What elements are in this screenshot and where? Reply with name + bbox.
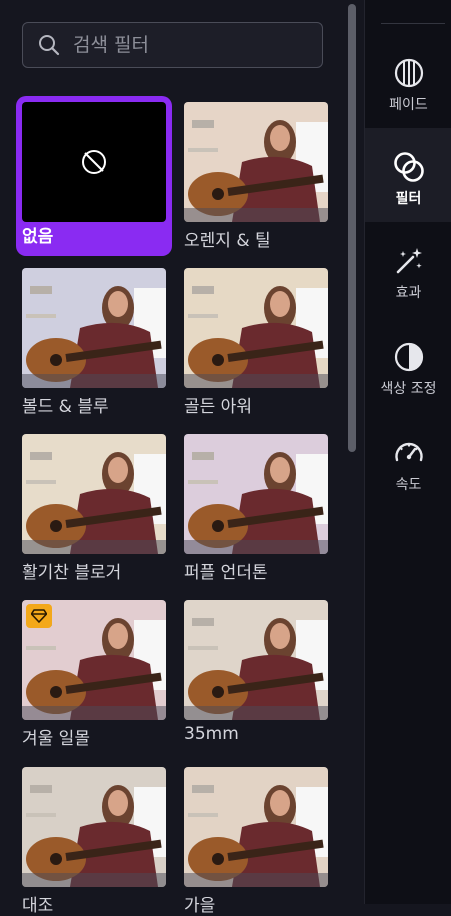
filter-panel: 없음 오렌지 & 틸볼드 & 블루 골든 아워활기찬 블로거 퍼플 언더톤겨울 일몰 3… — [0, 0, 364, 916]
filter-label: 35mm — [184, 724, 239, 744]
filter-label: 없음 — [22, 227, 54, 247]
filter-thumbnail — [184, 600, 328, 720]
rail-item-filter[interactable]: 필터 — [365, 128, 451, 222]
search-input[interactable] — [71, 33, 305, 57]
filter-label: 퍼플 언더톤 — [184, 563, 268, 583]
divider — [381, 23, 445, 24]
video-frame-image — [184, 102, 328, 222]
rail-label: 페이드 — [389, 97, 428, 113]
speedometer-icon — [394, 442, 423, 462]
filter-icon — [393, 152, 424, 182]
rail-label: 색상 조정 — [380, 381, 437, 397]
search-box[interactable] — [22, 22, 323, 68]
video-frame-image — [184, 767, 328, 887]
scrollbar[interactable] — [348, 4, 356, 452]
filter-thumbnail — [184, 268, 328, 388]
premium-badge — [26, 604, 52, 628]
filter-thumbnail — [22, 767, 166, 887]
rail-item-effects[interactable]: 효과 — [365, 222, 451, 316]
filter-thumbnail — [22, 600, 166, 720]
video-frame-image — [184, 434, 328, 554]
filter-label: 활기찬 블로거 — [22, 563, 122, 583]
video-frame-image — [184, 268, 328, 388]
video-frame-image — [22, 268, 166, 388]
filter-thumbnail — [184, 434, 328, 554]
contrast-icon — [394, 342, 423, 372]
filter-label: 골든 아워 — [184, 397, 252, 417]
video-frame-image — [184, 600, 328, 720]
rail-item-color-adjust[interactable]: 색상 조정 — [365, 318, 451, 412]
rail-label: 효과 — [395, 285, 422, 301]
rail-item-speed[interactable]: 속도 — [365, 414, 451, 508]
filter-label: 볼드 & 블루 — [22, 397, 109, 417]
side-rail: 페이드 필터 효과 색상 조정 속도 — [364, 0, 451, 904]
no-filter-thumbnail — [22, 102, 166, 222]
filter-label: 겨울 일몰 — [22, 729, 90, 749]
no-filter-icon — [82, 150, 106, 174]
filter-thumbnail — [22, 268, 166, 388]
filter-thumbnail — [184, 102, 328, 222]
fade-icon — [394, 58, 423, 88]
video-frame-image — [22, 434, 166, 554]
magic-wand-icon — [396, 248, 422, 274]
filter-label: 오렌지 & 틸 — [184, 231, 271, 251]
filter-thumbnail — [184, 767, 328, 887]
diamond-icon — [31, 609, 47, 623]
search-icon — [39, 35, 60, 56]
video-frame-image — [22, 767, 166, 887]
rail-label: 속도 — [395, 477, 422, 493]
rail-label: 필터 — [395, 191, 422, 207]
filter-thumbnail — [22, 434, 166, 554]
rail-item-fade[interactable]: 페이드 — [365, 34, 451, 128]
